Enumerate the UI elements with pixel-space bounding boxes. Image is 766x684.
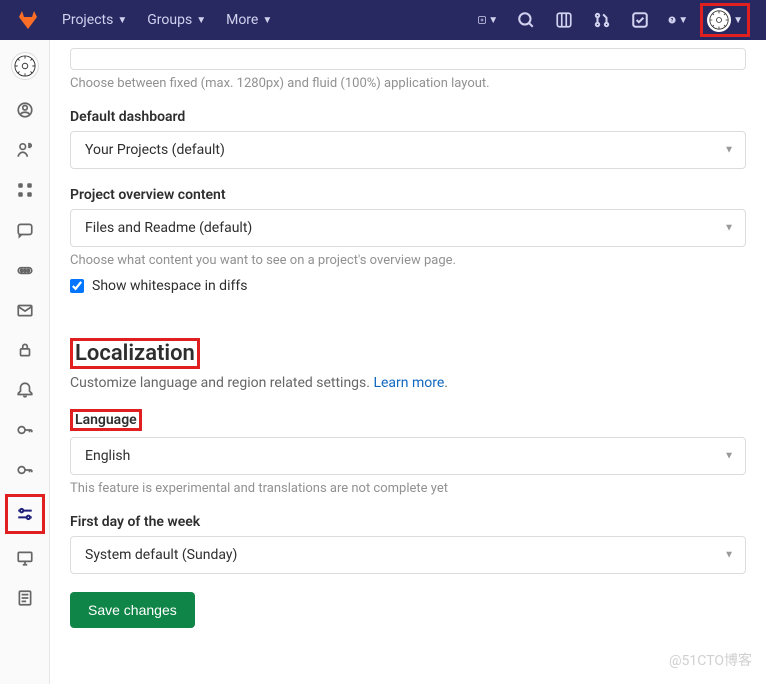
first-day-select[interactable]: System default (Sunday): [70, 536, 746, 574]
sidebar: [0, 40, 50, 684]
sidebar-password[interactable]: [9, 334, 41, 366]
first-day-label: First day of the week: [70, 514, 746, 530]
language-help-text: This feature is experimental and transla…: [70, 481, 746, 496]
create-menu[interactable]: ▼: [472, 4, 504, 36]
issues-icon[interactable]: [548, 4, 580, 36]
chevron-down-icon: ▼: [117, 15, 127, 26]
whitespace-checkbox[interactable]: [70, 279, 84, 293]
nav-groups[interactable]: Groups ▼: [139, 0, 214, 40]
user-menu[interactable]: ▼: [700, 3, 750, 37]
chevron-down-icon: ▼: [488, 15, 498, 26]
sidebar-emails[interactable]: [9, 294, 41, 326]
sidebar-access-tokens[interactable]: [9, 254, 41, 286]
whitespace-label: Show whitespace in diffs: [92, 278, 247, 294]
save-button[interactable]: Save changes: [70, 592, 195, 628]
watermark: @51CTO博客: [669, 650, 752, 670]
layout-help-text: Choose between fixed (max. 1280px) and f…: [70, 76, 746, 91]
layout-select-cutoff[interactable]: [70, 48, 746, 70]
nav-label: Projects: [62, 12, 113, 28]
help-menu[interactable]: ? ▼: [662, 4, 694, 36]
nav-projects[interactable]: Projects ▼: [54, 0, 135, 40]
sidebar-chat[interactable]: [9, 214, 41, 246]
localization-subtitle: Customize language and region related se…: [70, 375, 746, 391]
sidebar-active-sessions[interactable]: [9, 542, 41, 574]
overview-help-text: Choose what content you want to see on a…: [70, 253, 746, 268]
sidebar-applications[interactable]: [9, 174, 41, 206]
plus-icon: [478, 11, 486, 29]
sidebar-user-avatar[interactable]: [11, 52, 39, 80]
todos-icon[interactable]: [624, 4, 656, 36]
sidebar-authentication-log[interactable]: [9, 582, 41, 614]
learn-more-link[interactable]: Learn more: [373, 375, 444, 391]
overview-label: Project overview content: [70, 187, 746, 203]
nav-label: Groups: [147, 12, 192, 28]
merge-requests-icon[interactable]: [586, 4, 618, 36]
sidebar-preferences-highlight: [5, 494, 45, 534]
language-label: Language: [70, 409, 142, 431]
search-icon[interactable]: [510, 4, 542, 36]
dashboard-label: Default dashboard: [70, 109, 746, 125]
nav-more[interactable]: More ▼: [218, 0, 280, 40]
chevron-down-icon: ▼: [733, 15, 743, 26]
sidebar-preferences[interactable]: [9, 498, 41, 530]
question-icon: ?: [668, 11, 676, 29]
user-avatar: [707, 8, 731, 32]
sidebar-ssh-keys[interactable]: [9, 414, 41, 446]
sidebar-gpg-keys[interactable]: [9, 454, 41, 486]
dashboard-select[interactable]: Your Projects (default): [70, 131, 746, 169]
chevron-down-icon: ▼: [262, 15, 272, 26]
overview-value: Files and Readme (default): [85, 220, 252, 236]
dashboard-value: Your Projects (default): [85, 142, 225, 158]
top-nav: Projects ▼ Groups ▼ More ▼ ▼ ? ▼ ▼: [0, 0, 766, 40]
chevron-down-icon: ▼: [196, 15, 206, 26]
chevron-down-icon: ▼: [678, 15, 688, 26]
sidebar-profile[interactable]: [9, 94, 41, 126]
sidebar-notifications[interactable]: [9, 374, 41, 406]
gitlab-logo[interactable]: [16, 8, 40, 32]
sidebar-account[interactable]: [9, 134, 41, 166]
language-value: English: [85, 448, 130, 464]
first-day-value: System default (Sunday): [85, 547, 237, 563]
nav-label: More: [226, 12, 258, 28]
language-select[interactable]: English: [70, 437, 746, 475]
localization-title: Localization: [70, 338, 200, 369]
main-content: Choose between fixed (max. 1280px) and f…: [50, 40, 766, 684]
overview-select[interactable]: Files and Readme (default): [70, 209, 746, 247]
